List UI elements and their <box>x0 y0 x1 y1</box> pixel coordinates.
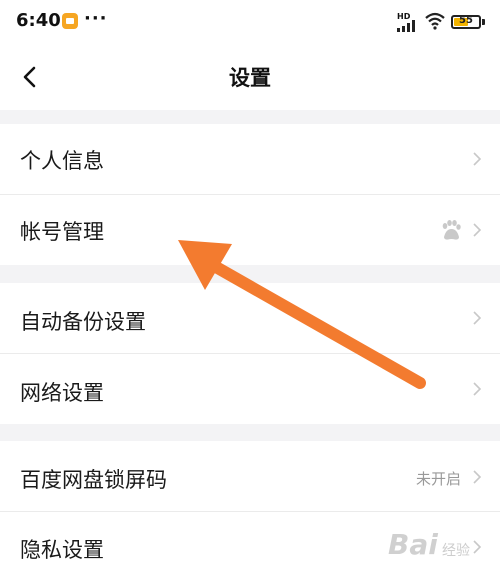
watermark-sub: 经验 <box>442 543 470 559</box>
settings-item-label: 帐号管理 <box>20 220 104 244</box>
battery-icon: 55 <box>451 15 481 29</box>
baidu-paw-icon <box>442 220 461 240</box>
chevron-right-icon <box>473 311 482 325</box>
settings-item-account-management[interactable]: 帐号管理 <box>0 195 500 265</box>
lock-status-text: 未开启 <box>416 470 462 488</box>
nav-bar: 设置 <box>0 44 500 110</box>
battery-tip <box>482 19 485 25</box>
chevron-right-icon <box>473 223 482 237</box>
settings-item-label: 隐私设置 <box>20 538 104 562</box>
battery-percent: 55 <box>459 15 473 26</box>
settings-item-label: 自动备份设置 <box>20 310 146 334</box>
chevron-right-icon <box>473 470 482 484</box>
settings-item-lock-screen-code[interactable]: 百度网盘锁屏码 未开启 <box>0 441 500 511</box>
chevron-right-icon <box>473 382 482 396</box>
chevron-right-icon <box>473 540 482 554</box>
settings-item-label: 百度网盘锁屏码 <box>20 468 167 492</box>
settings-item-personal-info[interactable]: 个人信息 <box>0 124 500 194</box>
settings-item-label: 网络设置 <box>20 381 104 405</box>
more-notifications-icon: ··· <box>84 8 108 29</box>
status-bar: 6:40 ··· HD 55 <box>0 0 500 44</box>
notification-app-icon <box>62 13 78 29</box>
settings-item-label: 个人信息 <box>20 149 104 173</box>
signal-icon <box>397 20 415 32</box>
settings-item-network[interactable]: 网络设置 <box>0 354 500 424</box>
settings-item-auto-backup[interactable]: 自动备份设置 <box>0 283 500 353</box>
chevron-right-icon <box>473 152 482 166</box>
wifi-icon <box>425 12 445 30</box>
status-time: 6:40 <box>16 10 61 31</box>
watermark-logo: Bai <box>388 528 438 561</box>
page-title: 设置 <box>229 66 271 90</box>
